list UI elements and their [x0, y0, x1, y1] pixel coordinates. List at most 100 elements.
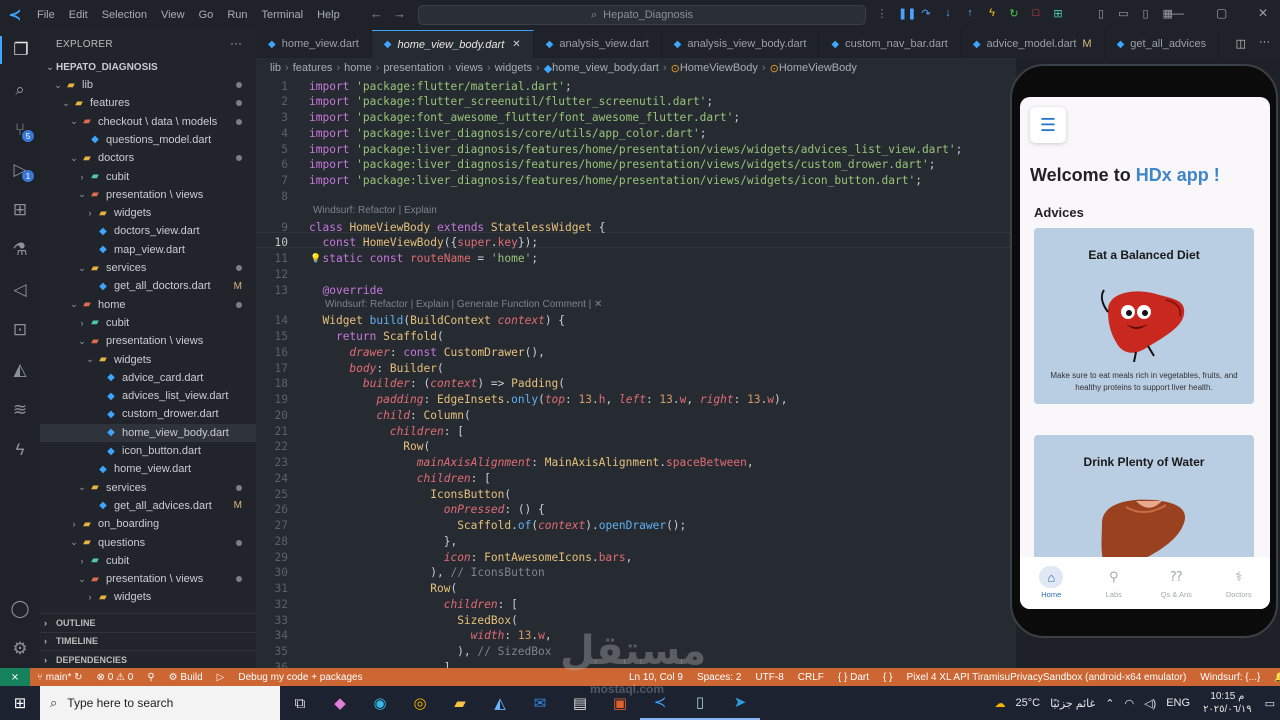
chrome-icon[interactable]: ◎ — [400, 686, 440, 720]
code-line[interactable]: 28 }, — [256, 533, 1016, 549]
breadcrumb-item[interactable]: home — [344, 62, 372, 74]
weather-icon[interactable]: ☁ — [990, 697, 1011, 710]
back-icon[interactable]: ← — [370, 6, 393, 21]
debug-config[interactable]: Debug my code + packages — [231, 672, 369, 683]
breadcrumb-item[interactable]: views — [456, 62, 484, 74]
step-into-icon[interactable]: ↓ — [942, 7, 954, 20]
menu-item-edit[interactable]: Edit — [62, 9, 95, 21]
code-line[interactable]: 10 const HomeViewBody({super.key}); — [256, 235, 1016, 251]
flutter-sdk-icon[interactable]: { } — [876, 672, 899, 683]
stop-icon[interactable]: □ — [1030, 7, 1042, 20]
breadcrumb-item[interactable]: lib — [270, 62, 281, 74]
code-line[interactable]: 29 icon: FontAwesomeIcons.bars, — [256, 549, 1016, 565]
code-line[interactable]: 1 import 'package:flutter/material.dart'; — [256, 78, 1016, 94]
lightbulb-icon[interactable]: 💡 — [310, 254, 321, 264]
folder-item[interactable]: › ▰ cubit — [40, 314, 256, 332]
maximize-button[interactable]: ▢ — [1216, 6, 1227, 20]
flutter-icon[interactable]: ◁ — [0, 276, 40, 304]
office-icon[interactable]: ▣ — [600, 686, 640, 720]
task-view-icon[interactable]: ⧉ — [280, 686, 320, 720]
toggle-secondary-sidebar-icon[interactable]: ▯ — [1142, 7, 1148, 20]
folder-item[interactable]: ⌄ ▰ widgets — [40, 351, 256, 369]
file-item[interactable]: ◆ advices_list_view.dart — [40, 387, 256, 405]
hot-reload-icon[interactable]: ϟ — [986, 7, 998, 20]
code-line[interactable]: 9 class HomeViewBody extends StatelessWid… — [256, 219, 1016, 235]
section-timeline[interactable]: › TIMELINE — [40, 631, 256, 650]
tab-analysis-view-dart[interactable]: ◆ analysis_view.dart — [534, 30, 662, 58]
code-editor[interactable]: 1 import 'package:flutter/material.dart';… — [256, 78, 1016, 668]
language-mode[interactable]: { } Dart — [831, 672, 876, 683]
breadcrumb-item[interactable]: HomeViewBody — [779, 62, 857, 74]
code-line[interactable]: 13 @override — [256, 282, 1016, 298]
folder-item[interactable]: ⌄ ▰ services — [40, 479, 256, 497]
vscode-taskbar-icon[interactable]: ≺ — [640, 686, 680, 720]
minimize-button[interactable]: — — [1172, 6, 1184, 20]
project-root[interactable]: ⌄ HEPATO_DIAGNOSIS — [40, 58, 256, 76]
tab-advice-model-dart[interactable]: ◆ advice_model.dart M — [961, 30, 1105, 58]
pause-icon[interactable]: ❚❚ — [898, 7, 916, 20]
menu-item-view[interactable]: View — [154, 9, 192, 21]
file-item[interactable]: ◆ map_view.dart — [40, 241, 256, 259]
debug-status-icon[interactable]: ⚲ — [140, 672, 161, 683]
emulator-taskbar-icon[interactable]: ▯ — [680, 686, 720, 720]
code-line[interactable]: 19 padding: EdgeInsets.only(top: 13.h, l… — [256, 392, 1016, 408]
outlook-icon[interactable]: ✉ — [520, 686, 560, 720]
code-line[interactable]: 17 body: Builder( — [256, 360, 1016, 376]
folder-item[interactable]: › ▰ cubit — [40, 168, 256, 186]
code-line[interactable]: 24 children: [ — [256, 470, 1016, 486]
tab-home-view-dart[interactable]: ◆ home_view.dart — [256, 30, 372, 58]
extensions-icon[interactable]: ⊞ — [0, 196, 40, 224]
file-item[interactable]: ◆ get_all_advices.dart M — [40, 497, 256, 515]
toggle-panel-icon[interactable]: ▭ — [1118, 7, 1128, 20]
problems-indicator[interactable]: ⊗ 0 ⚠ 0 — [90, 672, 141, 683]
file-item[interactable]: ◆ home_view.dart — [40, 460, 256, 478]
device-selector[interactable]: Pixel 4 XL API TiramisuPrivacySandbox (a… — [900, 672, 1194, 683]
codelens-class[interactable]: Windsurf: Refactor | Explain — [313, 205, 437, 219]
nav-labs[interactable]: ⚲ Labs — [1083, 557, 1146, 609]
account-icon[interactable]: ◯ — [0, 595, 40, 623]
file-item[interactable]: ◆ doctors_view.dart — [40, 222, 256, 240]
code-line[interactable]: 16 drawer: const CustomDrawer(), — [256, 344, 1016, 360]
search-view-icon[interactable]: ⌕ — [0, 76, 40, 104]
menu-item-terminal[interactable]: Terminal — [255, 9, 311, 21]
file-item[interactable]: ◆ advice_card.dart — [40, 369, 256, 387]
code-line[interactable]: 6 import 'package:liver_diagnosis/feature… — [256, 157, 1016, 173]
breadcrumb-item[interactable]: presentation — [383, 62, 444, 74]
code-line[interactable]: 3 import 'package:font_awesome_flutter/fo… — [256, 110, 1016, 126]
code-line[interactable]: 35 ), // SizedBox — [256, 644, 1016, 660]
input-language[interactable]: ENG — [1161, 697, 1195, 709]
folder-item[interactable]: › ▰ cubit — [40, 552, 256, 570]
volume-icon[interactable]: ◁) — [1139, 697, 1161, 710]
close-tab-icon[interactable]: ✕ — [512, 39, 520, 50]
folder-item[interactable]: ⌄ ▰ doctors — [40, 149, 256, 167]
windsurf-icon[interactable]: ≋ — [0, 396, 40, 424]
branch-indicator[interactable]: ⑂ main* ↻ — [30, 672, 90, 683]
breadcrumb-item[interactable]: home_view_body.dart — [552, 62, 659, 74]
code-line[interactable]: 33 SizedBox( — [256, 612, 1016, 628]
close-button[interactable]: ✕ — [1258, 6, 1268, 20]
folder-item[interactable]: › ▰ on_boarding — [40, 515, 256, 533]
code-line[interactable]: 34 width: 13.w, — [256, 628, 1016, 644]
windows-start-icon[interactable]: ⊞ — [0, 686, 40, 720]
folder-item[interactable]: ⌄ ▰ checkout \ data \ models — [40, 113, 256, 131]
advice-card[interactable]: Drink Plenty of Water — [1034, 435, 1254, 565]
code-line[interactable]: 20 child: Column( — [256, 407, 1016, 423]
cursor-position[interactable]: Ln 10, Col 9 — [622, 672, 690, 683]
code-line[interactable]: 8 — [256, 188, 1016, 204]
remote-indicator-icon[interactable]: ⨯ — [0, 668, 30, 686]
thunder-icon[interactable]: ϟ — [0, 436, 40, 464]
android-studio-icon[interactable]: ◭ — [480, 686, 520, 720]
code-line[interactable]: 27 Scaffold.of(context).openDrawer(); — [256, 518, 1016, 534]
gitlens-icon[interactable]: ◭ — [0, 356, 40, 384]
source-control-icon[interactable]: ⑂ — [0, 116, 40, 144]
telegram-icon[interactable]: ➤ — [720, 686, 760, 720]
sync-icon[interactable]: ↻ — [74, 672, 82, 683]
code-line[interactable]: 18 builder: (context) => Padding( — [256, 376, 1016, 392]
folder-item[interactable]: ⌄ ▰ presentation \ views — [40, 332, 256, 350]
command-center-search[interactable]: ⌕ Hepato_Diagnosis — [418, 5, 866, 25]
tab-get-all-advices[interactable]: ◆ get_all_advices — [1105, 30, 1220, 58]
file-item[interactable]: ◆ icon_button.dart — [40, 442, 256, 460]
explorer-icon[interactable]: ❐ — [0, 36, 40, 64]
file-item[interactable]: ◆ custom_drower.dart — [40, 405, 256, 423]
breadcrumb-item[interactable]: HomeViewBody — [680, 62, 758, 74]
